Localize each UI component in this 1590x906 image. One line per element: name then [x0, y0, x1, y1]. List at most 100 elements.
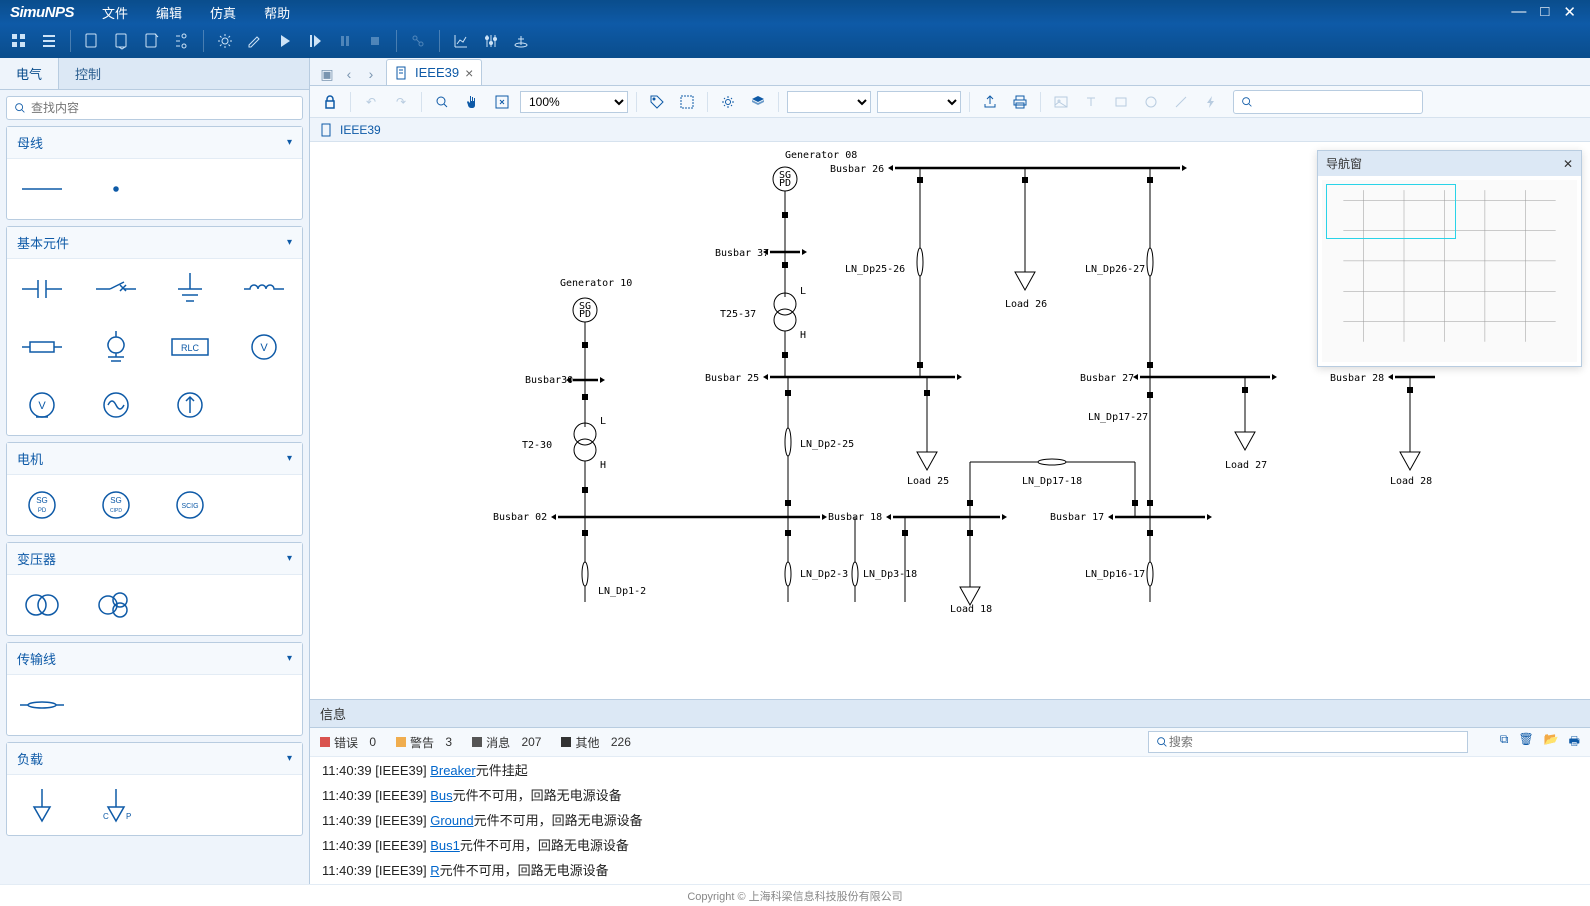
search-icon	[13, 101, 27, 115]
svg-text:LN_Dp2-25: LN_Dp2-25	[800, 439, 854, 450]
filter-other[interactable]: 其他 226	[561, 734, 630, 751]
nav-fwd-icon[interactable]: ›	[360, 63, 382, 85]
select-all-icon[interactable]	[675, 90, 699, 114]
message-search-input[interactable]	[1169, 735, 1461, 749]
nav-up-icon[interactable]: ▣	[316, 63, 338, 85]
canvas-search-input[interactable]	[1258, 95, 1416, 109]
tab-control[interactable]: 控制	[59, 58, 117, 89]
doc-tab-ieee39[interactable]: IEEE39 ×	[386, 59, 482, 85]
category-header[interactable]: 传输线▾	[7, 643, 302, 675]
comp-load-cvp[interactable]: CP	[91, 785, 141, 825]
category-header[interactable]: 母线▾	[7, 127, 302, 159]
comp-load-arrow[interactable]	[17, 785, 67, 825]
comp-sgcipd[interactable]: SGCIPD	[91, 485, 141, 525]
svg-text:LN_Dp25-26: LN_Dp25-26	[845, 264, 905, 275]
nav-back-icon[interactable]: ‹	[338, 63, 360, 85]
print-msg-icon[interactable]: 🖶	[1569, 732, 1580, 753]
chart-icon[interactable]	[448, 28, 474, 54]
gear-icon[interactable]	[212, 28, 238, 54]
message-row[interactable]: 11:40:39 [IEEE39] Bus1元件不可用，回路无电源设备	[310, 832, 1590, 857]
nav-minimap[interactable]	[1318, 176, 1581, 366]
close-icon[interactable]: ✕	[1563, 3, 1576, 21]
message-row[interactable]: 11:40:39 [IEEE39] Breaker元件挂起	[310, 757, 1590, 782]
nav-viewport[interactable]	[1326, 184, 1456, 239]
message-row[interactable]: 11:40:39 [IEEE39] R元件不可用，回路无电源设备	[310, 857, 1590, 882]
zoom-select[interactable]: 100%	[520, 91, 628, 113]
open-doc-icon[interactable]	[109, 28, 135, 54]
menu-sim[interactable]: 仿真	[196, 3, 250, 22]
scope-icon[interactable]	[508, 28, 534, 54]
play-icon[interactable]	[272, 28, 298, 54]
menu-help[interactable]: 帮助	[250, 3, 304, 22]
chevron-down-icon: ▾	[287, 453, 292, 464]
category-header[interactable]: 变压器▾	[7, 543, 302, 575]
grid-icon[interactable]	[6, 28, 32, 54]
sliders-icon[interactable]	[478, 28, 504, 54]
list-icon[interactable]	[36, 28, 62, 54]
nav-close-icon[interactable]: ✕	[1563, 157, 1573, 171]
comp-busbar-line[interactable]	[17, 169, 67, 209]
search-input[interactable]	[31, 101, 296, 115]
comp-xfmr2[interactable]	[17, 585, 67, 625]
zoom-icon[interactable]	[430, 90, 454, 114]
lock-icon[interactable]	[318, 90, 342, 114]
print-icon[interactable]	[1008, 90, 1032, 114]
title-bar: SimuNPS 文件 编辑 仿真 帮助 — □ ✕	[0, 0, 1590, 24]
step-icon[interactable]	[302, 28, 328, 54]
tab-close-icon[interactable]: ×	[465, 65, 473, 81]
menu-file[interactable]: 文件	[88, 3, 142, 22]
delete-icon[interactable]: 🗑	[1518, 732, 1533, 753]
fit-icon[interactable]	[490, 90, 514, 114]
message-row[interactable]: 11:40:39 [IEEE39] Bus元件不可用，回路无电源设备	[310, 782, 1590, 807]
breadcrumb-label[interactable]: IEEE39	[340, 123, 381, 137]
open-folder-icon[interactable]: 📂	[1544, 732, 1559, 753]
new-doc-icon[interactable]	[79, 28, 105, 54]
comp-xfmr3[interactable]	[91, 585, 141, 625]
edit-icon[interactable]	[242, 28, 268, 54]
comp-vsource[interactable]: V	[239, 327, 289, 367]
comp-resistor[interactable]	[17, 327, 67, 367]
comp-ground[interactable]	[165, 269, 215, 309]
style-select[interactable]	[877, 91, 961, 113]
comp-tline[interactable]	[17, 685, 67, 725]
filter-warnings[interactable]: 警告 3	[396, 734, 452, 751]
layers-icon[interactable]	[746, 90, 770, 114]
menu-edit[interactable]: 编辑	[142, 3, 196, 22]
message-search[interactable]	[1148, 731, 1468, 753]
comp-vmeter[interactable]: V	[17, 385, 67, 425]
properties-icon[interactable]	[716, 90, 740, 114]
tag-icon[interactable]	[645, 90, 669, 114]
nav-window[interactable]: 导航窗 ✕	[1317, 150, 1582, 367]
copy-icon[interactable]: ⧉	[1500, 732, 1509, 753]
pan-icon[interactable]	[460, 90, 484, 114]
svg-text:LN_Dp26-27: LN_Dp26-27	[1085, 264, 1145, 275]
comp-busbar-node[interactable]	[91, 169, 141, 209]
comp-capacitor[interactable]	[17, 269, 67, 309]
comp-inductor[interactable]	[239, 269, 289, 309]
maximize-icon[interactable]: □	[1540, 3, 1549, 21]
category-header[interactable]: 电机▾	[7, 443, 302, 475]
comp-scig[interactable]: SCIG	[165, 485, 215, 525]
message-row[interactable]: 11:40:39 [IEEE39] Ground元件不可用，回路无电源设备	[310, 807, 1590, 832]
comp-rlc[interactable]: RLC	[165, 327, 215, 367]
comp-acsource[interactable]	[91, 385, 141, 425]
canvas-search[interactable]	[1233, 90, 1423, 114]
comp-sgpd[interactable]: SGPD	[17, 485, 67, 525]
filter-info[interactable]: 消息 207	[472, 734, 541, 751]
tab-electrical[interactable]: 电气	[0, 58, 59, 89]
nav-window-header[interactable]: 导航窗 ✕	[1318, 151, 1581, 176]
comp-switch[interactable]	[91, 269, 141, 309]
settings-tree-icon[interactable]	[169, 28, 195, 54]
category-header[interactable]: 负载▾	[7, 743, 302, 775]
category-header[interactable]: 基本元件▾	[7, 227, 302, 259]
filter-errors[interactable]: 错误 0	[320, 734, 376, 751]
message-list[interactable]: 11:40:39 [IEEE39] Breaker元件挂起11:40:39 [I…	[310, 757, 1590, 884]
comp-isource[interactable]	[165, 385, 215, 425]
sidebar-search[interactable]	[6, 96, 303, 120]
comp-source-ground[interactable]	[91, 327, 141, 367]
canvas[interactable]: Generator 08 SG PD Busbar 37 T25-37 L H	[310, 142, 1590, 699]
save-doc-icon[interactable]	[139, 28, 165, 54]
layer-select[interactable]	[787, 91, 871, 113]
export-icon[interactable]	[978, 90, 1002, 114]
minimize-icon[interactable]: —	[1511, 3, 1526, 21]
